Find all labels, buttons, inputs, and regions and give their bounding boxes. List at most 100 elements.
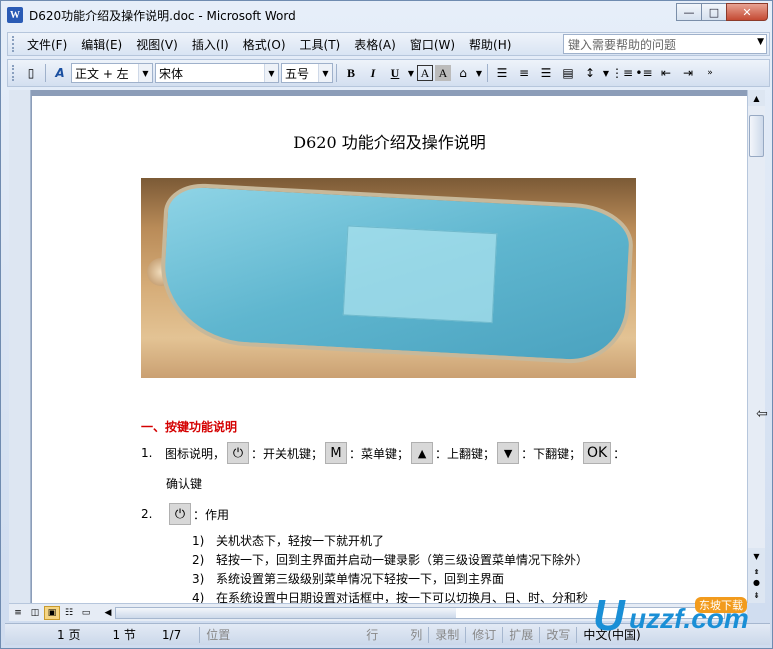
font-select[interactable]: 宋体 ▼ (155, 63, 279, 83)
list-item-1: 1. 图标说明， ⏻ ：开关机键； M ：菜单键； ▲ ：上翻键； ▼ ：下翻键… (141, 440, 625, 466)
status-page: 1 页 (57, 628, 81, 642)
styles-pane-icon[interactable]: A (50, 63, 70, 83)
uzzf-watermark-logo: U uzzf.com 东坡下载 (593, 585, 771, 645)
bullets-icon[interactable]: •≡ (634, 63, 654, 83)
document-title: D620 功能介绍及操作说明 (293, 133, 486, 152)
sub-list-item: 2) 轻按一下，回到主界面并启动一键录影（第三级设置菜单情况下除外） (192, 553, 589, 567)
align-center-icon[interactable]: ≡ (514, 63, 534, 83)
toolbar-grip[interactable] (12, 65, 16, 81)
align-right-icon[interactable]: ☰ (536, 63, 556, 83)
status-rec[interactable]: 录制 (429, 626, 465, 643)
vertical-ruler (9, 90, 31, 603)
power-key-icon: ⏻ (169, 503, 191, 525)
style-select[interactable]: 正文 + 左 ▼ (71, 63, 153, 83)
list-item-2: 2. ⏻ ：作用 (141, 501, 229, 527)
font-size-value: 五号 (285, 66, 310, 81)
title-bar: W D620功能介绍及操作说明.doc - Microsoft Word — □… (1, 1, 772, 29)
web-view-icon[interactable]: ◫ (27, 606, 43, 620)
status-line: 行 (366, 628, 379, 642)
chevron-down-icon[interactable]: ▼ (757, 37, 764, 47)
line-spacing-icon[interactable]: ↕ (580, 63, 600, 83)
chevron-down-icon[interactable]: ▼ (407, 63, 415, 83)
increase-indent-icon[interactable]: ⇥ (678, 63, 698, 83)
sub-list-item: 3) 系统设置第三级级别菜单情况下轻按一下，回到主界面 (192, 572, 505, 586)
list-item-1-cont: 确认键 (166, 477, 203, 491)
minimize-button[interactable]: — (676, 3, 702, 21)
formatting-toolbar: ▯ A 正文 + 左 ▼ 宋体 ▼ 五号 ▼ B I U ▼ A A ⌂ ▼ ☰… (7, 59, 770, 87)
chevron-down-icon[interactable]: ▼ (264, 64, 278, 82)
watermark-tag: 东坡下载 (695, 597, 747, 613)
horizontal-scroll-thumb[interactable] (116, 608, 456, 618)
menu-view[interactable]: 视图(V) (129, 36, 185, 53)
item2-label: ：作用 (193, 507, 230, 522)
scroll-left-icon[interactable]: ◀ (100, 606, 116, 620)
rearview-mirror-image (157, 181, 635, 367)
decrease-indent-icon[interactable]: ⇤ (656, 63, 676, 83)
list-number: 1. (141, 446, 153, 460)
up-key-label: ：上翻键； (435, 446, 496, 461)
chevron-down-icon[interactable]: ▼ (602, 63, 610, 83)
menu-format[interactable]: 格式(O) (236, 36, 293, 53)
style-value: 正文 + 左 (75, 66, 129, 81)
status-col: 列 (410, 628, 423, 642)
close-button[interactable]: ✕ (726, 3, 768, 21)
power-key-label: ：开关机键； (251, 446, 324, 461)
chevron-down-icon[interactable]: ▼ (318, 64, 332, 82)
watermark-u-glyph: U (593, 591, 625, 640)
scroll-up-icon[interactable]: ▲ (748, 90, 765, 106)
help-search-input[interactable]: 键入需要帮助的问题 ▼ (563, 34, 767, 54)
font-size-select[interactable]: 五号 ▼ (281, 63, 333, 83)
menu-edit[interactable]: 编辑(E) (74, 36, 129, 53)
mirror-screen (342, 225, 498, 324)
italic-button[interactable]: I (363, 63, 383, 83)
highlight-icon[interactable]: ⌂ (453, 63, 473, 83)
status-ext[interactable]: 扩展 (503, 626, 539, 643)
status-position: 位置 (206, 628, 231, 642)
status-ovr[interactable]: 改写 (540, 626, 576, 643)
menu-key-label: ：菜单键； (349, 446, 410, 461)
underline-button[interactable]: U (385, 63, 405, 83)
vertical-scrollbar[interactable]: ▲ ▼ ⇞ ● ⇟ (747, 90, 765, 603)
new-document-icon[interactable]: ▯ (21, 63, 41, 83)
toolbar-grip[interactable] (12, 36, 16, 52)
print-view-icon[interactable]: ▣ (44, 605, 60, 620)
resize-cursor-icon: ⇦ (756, 406, 768, 422)
menu-table[interactable]: 表格(A) (347, 36, 403, 53)
normal-view-icon[interactable]: ≡ (10, 606, 26, 620)
menu-key-icon: M (325, 442, 348, 464)
char-shading-button[interactable]: A (435, 65, 451, 81)
chevron-down-icon[interactable]: ▼ (475, 63, 483, 83)
power-key-icon: ⏻ (227, 442, 250, 464)
status-trk[interactable]: 修订 (466, 626, 502, 643)
toolbar-separator (336, 64, 337, 82)
section-heading: 一、按键功能说明 (141, 420, 238, 434)
menu-tools[interactable]: 工具(T) (293, 36, 348, 53)
menu-insert[interactable]: 插入(I) (185, 36, 236, 53)
status-section: 1 节 (112, 628, 136, 642)
window-title: D620功能介绍及操作说明.doc - Microsoft Word (29, 8, 296, 23)
word-app-icon[interactable]: W (7, 7, 23, 23)
menu-file[interactable]: 文件(F) (20, 36, 74, 53)
sub-list-item: 1) 关机状态下，轻按一下就开机了 (192, 534, 385, 548)
maximize-button[interactable]: □ (701, 3, 727, 21)
item1-prefix: 图标说明， (165, 446, 226, 461)
toolbar-options-icon[interactable]: » (700, 63, 720, 83)
distributed-align-icon[interactable]: ▤ (558, 63, 578, 83)
scroll-thumb[interactable] (749, 115, 764, 157)
sub-list-item: 4) 在系统设置中日期设置对话框中，按一下可以切换月、日、时、分和秒 (192, 591, 589, 603)
reading-view-icon[interactable]: ▭ (78, 606, 94, 620)
chevron-down-icon[interactable]: ▼ (138, 64, 152, 82)
toolbar-separator (487, 64, 488, 82)
menu-help[interactable]: 帮助(H) (462, 36, 518, 53)
menu-window[interactable]: 窗口(W) (403, 36, 462, 53)
window-controls: — □ ✕ (676, 3, 768, 21)
scroll-down-icon[interactable]: ▼ (748, 548, 765, 564)
document-page[interactable]: D620 功能介绍及操作说明 一、按键功能说明 1. 图标说明， ⏻ ：开关机键… (32, 96, 747, 603)
char-border-button[interactable]: A (417, 65, 433, 81)
help-search-placeholder: 键入需要帮助的问题 (568, 37, 677, 52)
outline-view-icon[interactable]: ☷ (61, 606, 77, 620)
numbering-icon[interactable]: ⋮≡ (611, 63, 633, 83)
bold-button[interactable]: B (341, 63, 361, 83)
align-justify-icon[interactable]: ☰ (492, 63, 512, 83)
up-key-icon: ▲ (411, 442, 434, 464)
